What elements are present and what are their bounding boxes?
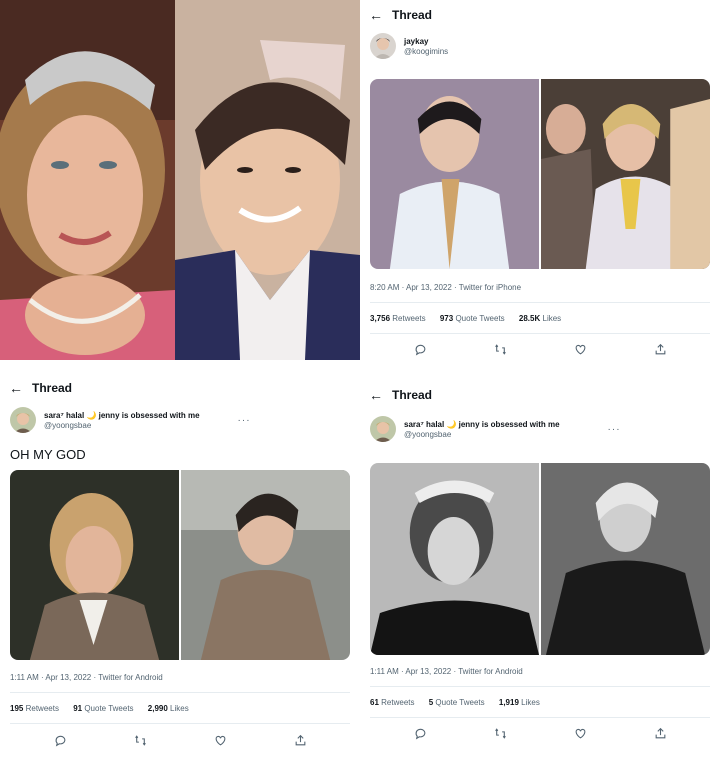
tweet-stats: 61 Retweets 5 Quote Tweets 1,919 Likes [370, 698, 552, 707]
thread-header: ← Thread [0, 373, 360, 403]
reply-icon[interactable] [51, 731, 69, 749]
divider [10, 692, 350, 693]
quotes-count: 5 [428, 698, 434, 707]
tweet-timestamp[interactable]: 8:20 AM · Apr 13, 2022 · Twitter for iPh… [370, 283, 521, 292]
display-name[interactable]: sara⁷ halal 🌙 jenny is obsessed with me [404, 419, 560, 430]
more-icon[interactable]: ··· [608, 424, 621, 435]
tweet-author[interactable]: sara⁷ halal 🌙 jenny is obsessed with me … [370, 416, 621, 442]
tweet-media[interactable] [370, 79, 710, 269]
reply-icon[interactable] [411, 340, 429, 358]
action-bar [360, 340, 720, 358]
media-image-left[interactable] [10, 470, 179, 660]
likes-count: 2,990 [147, 704, 168, 713]
tweet-text: OH MY GOD [10, 447, 86, 462]
divider [10, 723, 350, 724]
more-icon[interactable]: ··· [238, 415, 251, 426]
likes-stat[interactable]: 2,990 Likes [148, 704, 189, 713]
tweet-stats: 3,756 Retweets 973 Quote Tweets 28.5K Li… [370, 314, 573, 323]
retweets-stat[interactable]: 3,756 Retweets [370, 314, 426, 323]
like-icon[interactable] [571, 724, 589, 742]
retweet-icon[interactable] [491, 724, 509, 742]
share-icon[interactable] [291, 731, 309, 749]
thread-title: Thread [392, 388, 433, 402]
retweets-label: Retweets [381, 698, 415, 707]
thread-panel-bottom-right: ← Thread sara⁷ halal 🌙 jenny is obsessed… [360, 380, 720, 765]
likes-count: 1,919 [498, 698, 519, 707]
photo-man-tiara [175, 0, 360, 360]
avatar[interactable] [370, 33, 396, 59]
avatar[interactable] [370, 416, 396, 442]
retweet-icon[interactable] [491, 340, 509, 358]
tweet-timestamp[interactable]: 1:11 AM · Apr 13, 2022 · Twitter for And… [370, 667, 523, 676]
media-image-right[interactable] [541, 463, 710, 655]
action-bar [360, 724, 720, 742]
divider [370, 686, 710, 687]
tweet-media[interactable] [10, 470, 350, 660]
user-handle[interactable]: @koogimins [404, 47, 448, 57]
share-icon[interactable] [651, 724, 669, 742]
like-icon[interactable] [211, 731, 229, 749]
tweet-timestamp[interactable]: 1:11 AM · Apr 13, 2022 · Twitter for And… [10, 673, 163, 682]
thread-header: ← Thread [360, 380, 720, 410]
likes-label: Likes [542, 314, 562, 323]
quotes-label: Quote Tweets [84, 704, 134, 713]
media-image-left[interactable] [370, 463, 539, 655]
divider [370, 333, 710, 334]
back-arrow-icon[interactable]: ← [0, 380, 32, 396]
likes-label: Likes [521, 698, 540, 707]
display-name[interactable]: sara⁷ halal 🌙 jenny is obsessed with me [44, 410, 200, 421]
tweet-stats: 195 Retweets 91 Quote Tweets 2,990 Likes [10, 704, 201, 713]
thread-title: Thread [32, 381, 73, 395]
quotes-count: 91 [73, 704, 83, 713]
quotes-stat[interactable]: 973 Quote Tweets [440, 314, 505, 323]
quotes-stat[interactable]: 5 Quote Tweets [429, 698, 485, 707]
likes-count: 28.5K [518, 314, 541, 323]
quotes-stat[interactable]: 91 Quote Tweets [73, 704, 133, 713]
tweet-media[interactable] [370, 463, 710, 655]
retweets-label: Retweets [392, 314, 426, 323]
retweets-label: Retweets [25, 704, 59, 713]
likes-stat[interactable]: 28.5K Likes [519, 314, 561, 323]
thread-panel-bottom-left: ← Thread sara⁷ halal 🌙 jenny is obsessed… [0, 370, 360, 765]
user-handle[interactable]: @yoongsbae [44, 421, 200, 431]
media-image-right[interactable] [181, 470, 350, 660]
thread-panel-top-right: ← Thread jaykay @koogimins 8:20 AM · Apr… [360, 0, 720, 380]
likes-stat[interactable]: 1,919 Likes [499, 698, 540, 707]
tweet-author[interactable]: sara⁷ halal 🌙 jenny is obsessed with me … [10, 407, 251, 433]
media-image-left[interactable] [370, 79, 539, 269]
retweets-count: 61 [370, 698, 379, 707]
reply-icon[interactable] [411, 724, 429, 742]
share-icon[interactable] [651, 340, 669, 358]
retweet-icon[interactable] [131, 731, 149, 749]
avatar[interactable] [10, 407, 36, 433]
action-bar [0, 731, 360, 749]
retweets-count: 3,756 [370, 314, 391, 323]
quotes-label: Quote Tweets [455, 314, 505, 323]
retweets-stat[interactable]: 195 Retweets [10, 704, 59, 713]
media-image-right[interactable] [541, 79, 710, 269]
thread-header: ← Thread [360, 0, 720, 30]
retweets-stat[interactable]: 61 Retweets [370, 698, 415, 707]
back-arrow-icon[interactable]: ← [360, 387, 392, 403]
divider [370, 717, 710, 718]
quotes-count: 973 [439, 314, 454, 323]
quotes-label: Quote Tweets [435, 698, 485, 707]
display-name[interactable]: jaykay [404, 36, 448, 47]
tweet-author[interactable]: jaykay @koogimins [370, 33, 448, 59]
user-handle[interactable]: @yoongsbae [404, 430, 560, 440]
divider [370, 302, 710, 303]
retweets-count: 195 [10, 704, 24, 713]
likes-label: Likes [170, 704, 189, 713]
photo-collage [0, 0, 360, 360]
like-icon[interactable] [571, 340, 589, 358]
back-arrow-icon[interactable]: ← [360, 7, 392, 23]
thread-title: Thread [392, 8, 433, 22]
photo-woman-tiara [0, 0, 175, 360]
